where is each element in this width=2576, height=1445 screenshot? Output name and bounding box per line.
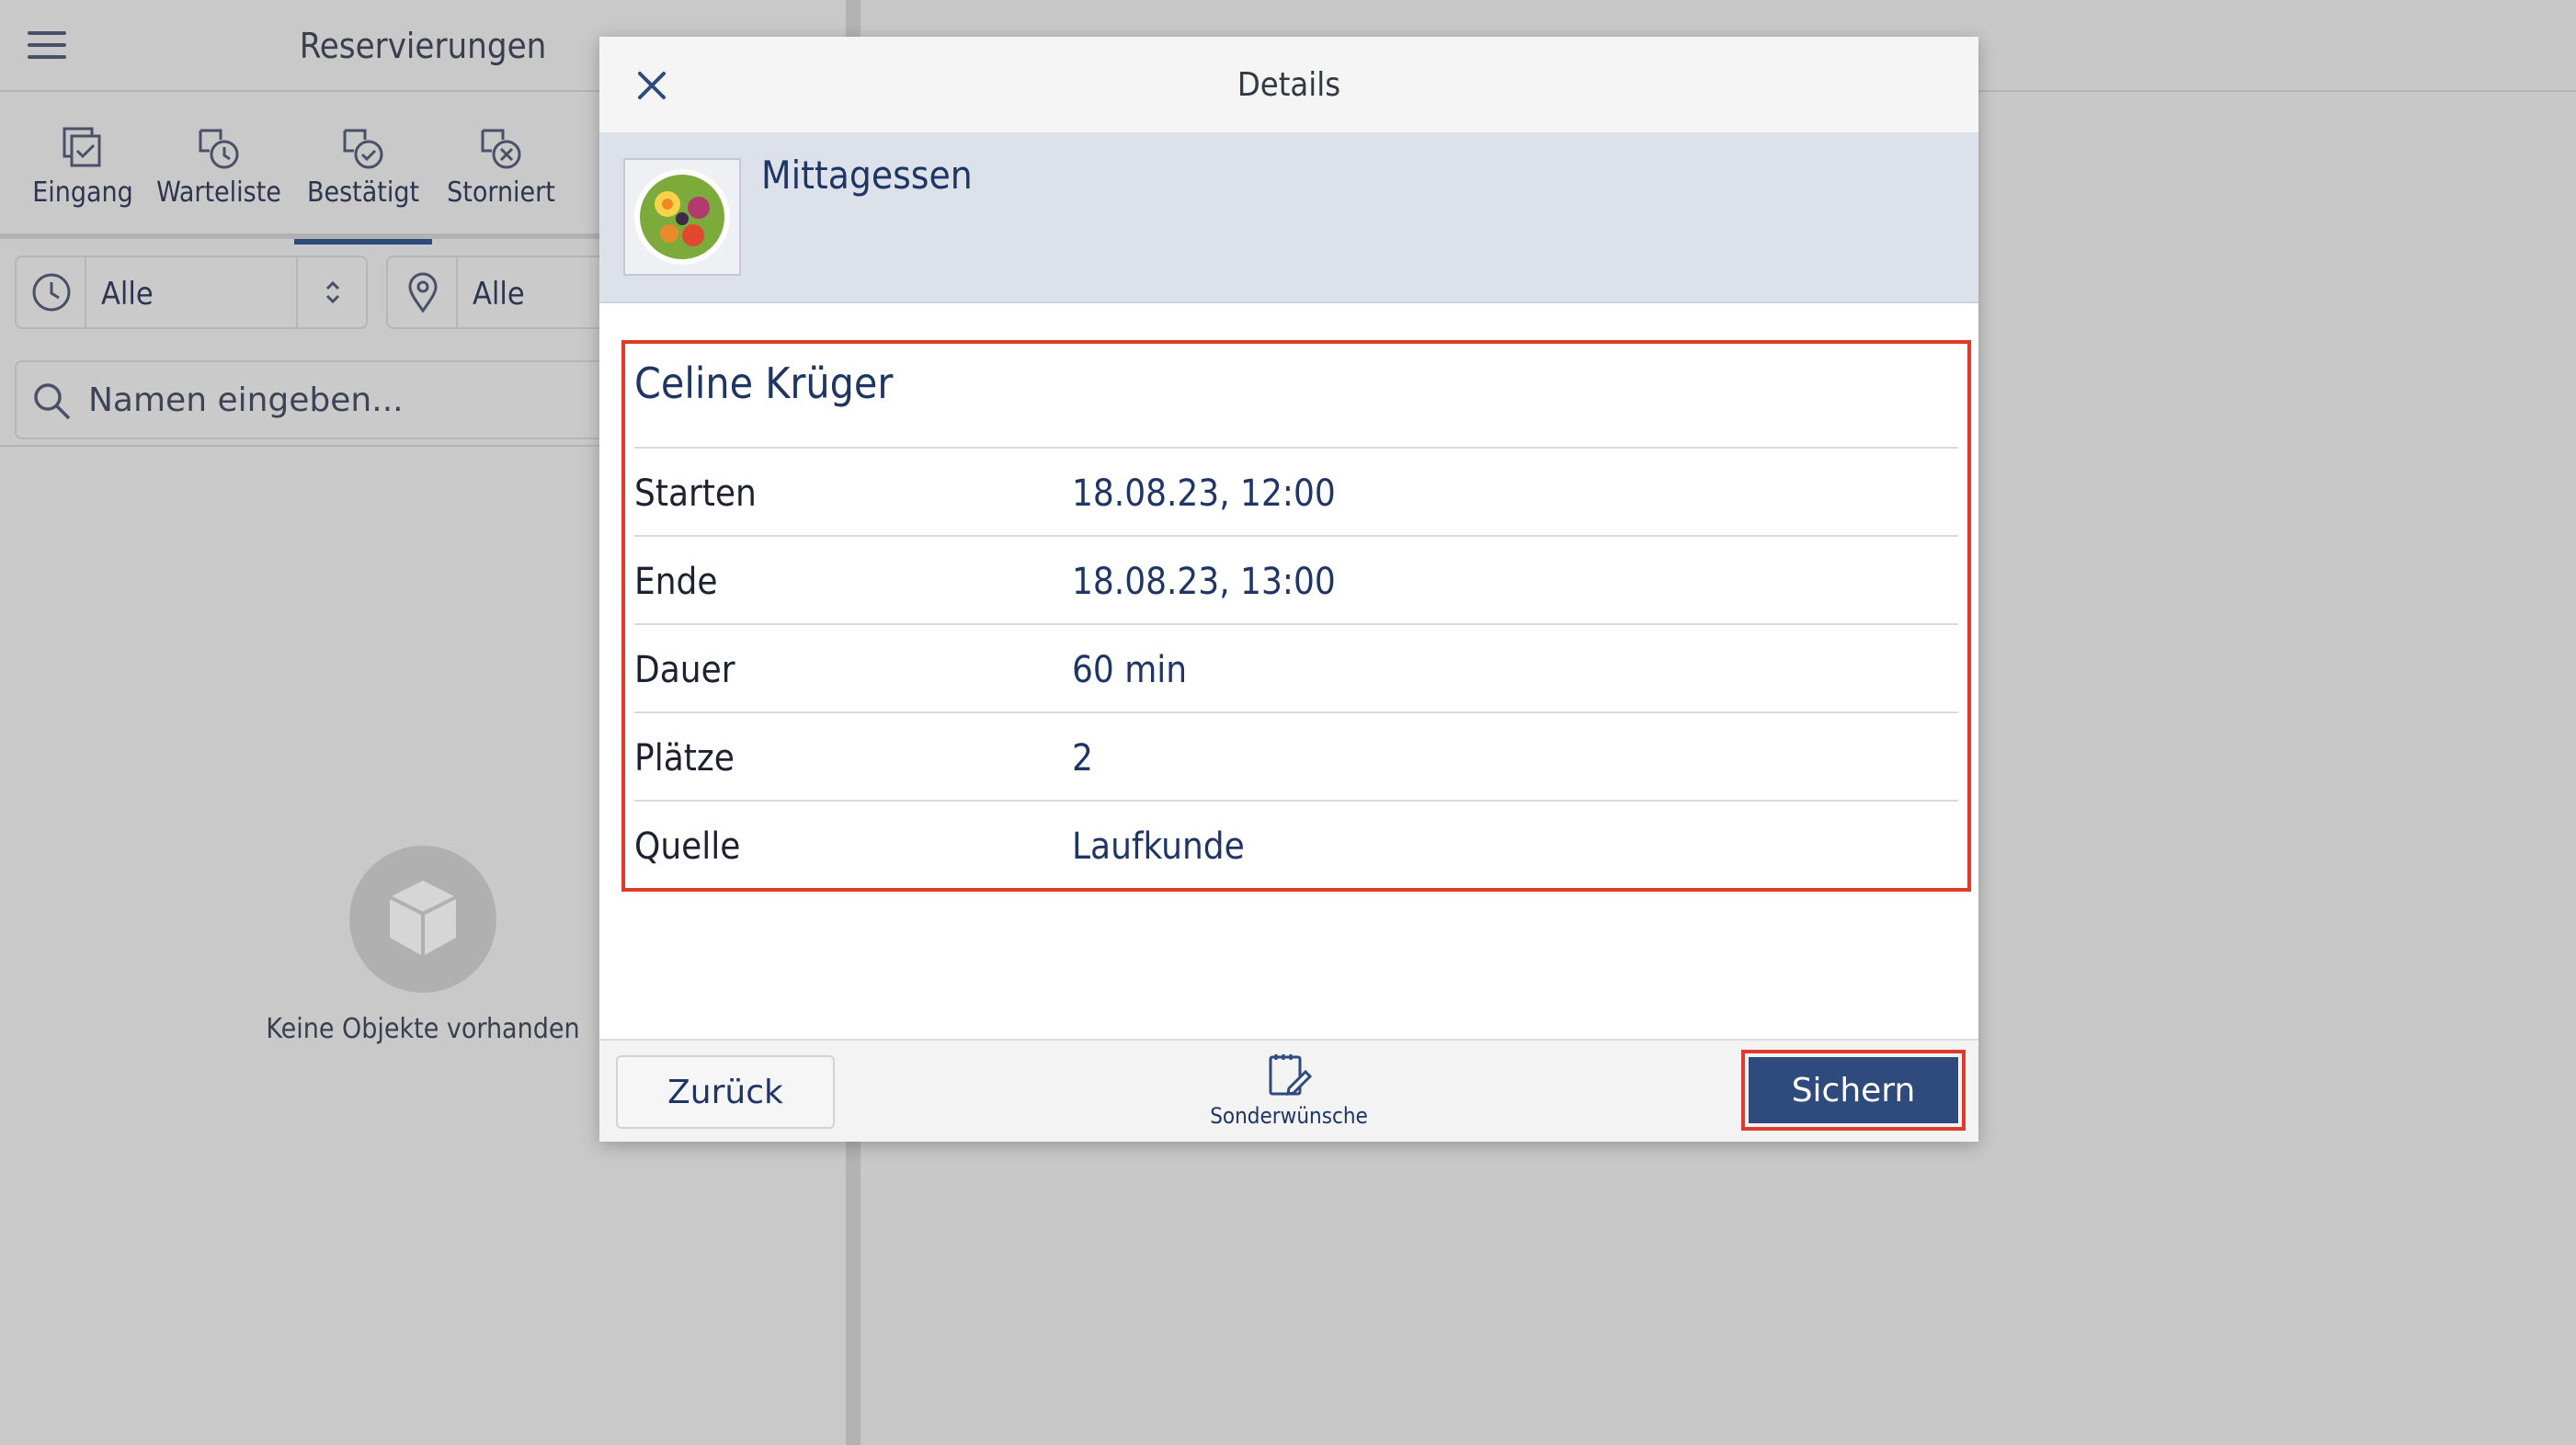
detail-row-end: Ende 18.08.23, 13:00 [634,535,1958,623]
confirmed-icon [343,129,383,169]
notepad-edit-icon [1269,1054,1313,1096]
waitlist-icon [199,129,239,169]
save-button[interactable]: Sichern [1749,1057,1958,1123]
time-filter[interactable]: Alle [15,256,368,329]
special-requests-button[interactable]: Sonderwünsche [1188,1052,1390,1134]
event-name: Mittagessen [761,153,973,198]
detail-row-seats: Plätze 2 [634,711,1958,800]
detail-table: Starten 18.08.23, 12:00 Ende 18.08.23, 1… [634,447,1958,888]
event-header: Mittagessen [599,132,1978,303]
reservation-details: Celine Krüger Starten 18.08.23, 12:00 En… [621,340,1971,892]
time-filter-value: Alle [101,276,154,313]
dialog-header: Details [599,37,1978,132]
save-highlight: Sichern [1741,1050,1966,1131]
clock-icon [32,273,71,312]
guest-name: Celine Krüger [634,358,894,408]
location-pin-icon [408,272,438,313]
location-filter-value: Alle [473,276,525,313]
stepper-icon [325,280,340,304]
food-bowl-icon [634,169,730,265]
tab-warteliste[interactable]: Warteliste [154,92,283,239]
detail-row-source: Quelle Laufkunde [634,800,1958,888]
dialog-footer: Zurück Sonderwünsche Sichern [599,1039,1978,1142]
back-button[interactable]: Zurück [616,1055,835,1129]
details-dialog: Details Mittagessen Celine Krüger Starte… [599,37,1978,1142]
dialog-title: Details [1237,66,1341,104]
tab-eingang[interactable]: Eingang [18,92,147,239]
event-image [623,158,741,276]
search-icon [34,383,71,420]
tab-bestaetigt[interactable]: Bestätigt [294,92,432,245]
cancelled-icon [481,129,521,169]
detail-row-duration: Dauer 60 min [634,623,1958,711]
inbox-icon [63,127,101,167]
empty-box-icon [349,846,496,993]
tab-storniert[interactable]: Storniert [437,92,565,239]
detail-row-start: Starten 18.08.23, 12:00 [634,447,1958,535]
special-requests-label: Sonderwünsche [1210,1103,1368,1129]
